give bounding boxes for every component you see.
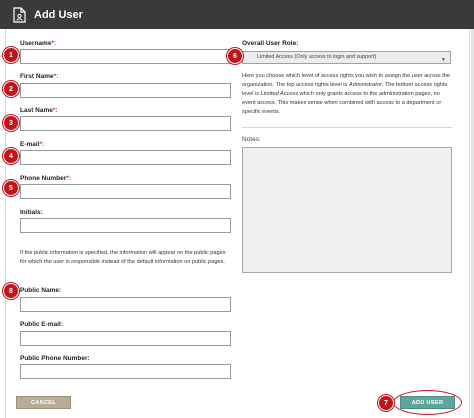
role-select[interactable]: Limited Access (Only access to login and… [242, 51, 451, 64]
lastname-label: Last Name*: [20, 107, 58, 114]
public-email-input[interactable] [20, 331, 231, 346]
role-selected-value: Limited Access (Only access to login and… [257, 54, 377, 60]
initials-input[interactable] [20, 218, 231, 233]
badge-7: 7 [378, 395, 394, 411]
lastname-input[interactable] [20, 116, 231, 131]
page-header: Add User [0, 0, 474, 29]
email-input[interactable] [20, 150, 231, 165]
firstname-label: First Name*: [20, 73, 59, 80]
public-phone-label: Public Phone Number: [20, 355, 90, 362]
badge-8: 8 [3, 283, 19, 299]
divider [242, 127, 452, 128]
cancel-button[interactable]: CANCEL [16, 396, 71, 409]
add-user-button[interactable]: ADD USER [400, 396, 455, 409]
badge-6: 6 [227, 48, 243, 64]
document-user-icon [13, 6, 26, 23]
username-label: Username*: [20, 40, 57, 47]
phone-label: Phone Number*: [20, 175, 71, 182]
public-name-label: Public Name: [20, 287, 62, 294]
badge-2: 2 [3, 81, 19, 97]
email-label: E-mail*: [20, 141, 45, 148]
chevron-down-icon: ▼ [441, 57, 446, 63]
firstname-input[interactable] [20, 83, 231, 98]
badge-5: 5 [3, 180, 19, 196]
public-info-text: If the public information is specified, … [20, 250, 226, 265]
initials-label: Initials: [20, 209, 43, 216]
badge-1: 1 [3, 47, 19, 63]
username-input[interactable] [20, 49, 231, 64]
role-description: Here you choose which level of access ri… [242, 73, 451, 115]
page-title: Add User [34, 8, 83, 21]
public-email-label: Public E-mail: [20, 321, 63, 328]
badge-4: 4 [3, 148, 19, 164]
notes-textarea[interactable] [242, 147, 452, 273]
public-phone-input[interactable] [20, 364, 231, 379]
notes-label: Notes: [242, 136, 261, 143]
phone-input[interactable] [20, 184, 231, 199]
badge-3: 3 [3, 115, 19, 131]
public-name-input[interactable] [20, 297, 231, 312]
role-label: Overall User Role: [242, 40, 299, 47]
